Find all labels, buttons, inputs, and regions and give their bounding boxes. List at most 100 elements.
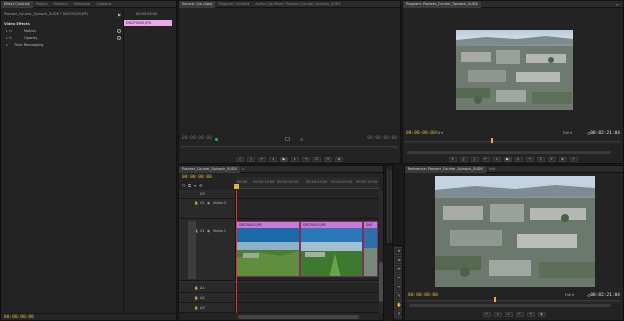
- lock-icon[interactable]: 🔒: [194, 286, 198, 290]
- source-timecode-left[interactable]: 00:00:00:00: [182, 136, 212, 141]
- eye-icon[interactable]: ◉: [207, 201, 210, 205]
- play-button[interactable]: ▶: [503, 157, 512, 162]
- go-to-out-button[interactable]: ⇥: [302, 157, 310, 162]
- effect-row-time-remapping[interactable]: ▸ Time Remapping: [4, 43, 122, 48]
- add-button[interactable]: +: [569, 157, 578, 162]
- program-time-ruler[interactable]: [405, 141, 621, 144]
- go-to-in-button[interactable]: ⇤: [258, 157, 266, 162]
- reference-timecode-left[interactable]: 00:00:00:00: [408, 293, 438, 298]
- eye-icon[interactable]: ◉: [207, 229, 210, 233]
- panel-menu-icon[interactable]: ≡: [616, 2, 619, 7]
- track-id[interactable]: A1: [200, 286, 205, 290]
- zoom-dropdown[interactable]: Fit ▾: [436, 131, 443, 135]
- timeline-clip[interactable]: DSCF9025.JPG: [236, 221, 300, 277]
- tab-info[interactable]: Info: [486, 166, 499, 173]
- effect-row-opacity[interactable]: ▸ fx Opacity: [4, 36, 122, 41]
- track-select-tool-icon[interactable]: ⇉: [394, 256, 402, 264]
- mark-in-button[interactable]: {: [236, 157, 244, 162]
- lock-icon[interactable]: 🔒: [194, 306, 198, 310]
- timeline-ruler[interactable]: 00:00 00:00:15:00 00:00:30:00 00:00:45:0…: [236, 177, 379, 189]
- snap-icon[interactable]: ⊓: [182, 183, 185, 188]
- playhead-marker[interactable]: [494, 297, 496, 302]
- overwrite-button[interactable]: ⊟: [324, 157, 332, 162]
- extract-button[interactable]: ⊻: [547, 157, 556, 162]
- step-forward-button[interactable]: ▸: [291, 157, 299, 162]
- insert-button[interactable]: ⊡: [313, 157, 321, 162]
- export-frame-button[interactable]: ◉: [537, 312, 546, 317]
- add-marker-button[interactable]: ▾: [448, 157, 457, 162]
- timeline-vertical-scrollbar[interactable]: [379, 190, 383, 313]
- zoom-tool-icon[interactable]: ⚲: [394, 310, 402, 318]
- tab-program[interactable]: Program: Pioneer_Courier_Spinach_SUDS: [403, 1, 481, 8]
- effect-controls-timecode[interactable]: 00:00:00:00: [4, 315, 34, 320]
- tab-source[interactable]: Source: (no clips): [179, 1, 216, 8]
- track-id[interactable]: A3: [200, 306, 205, 310]
- track-id[interactable]: V2: [200, 201, 205, 205]
- go-to-in-button[interactable]: ⇤: [481, 157, 490, 162]
- tab-program-untitled[interactable]: Program: Untitled: [215, 1, 252, 8]
- go-to-out-button[interactable]: ⇥: [525, 157, 534, 162]
- step-back-button[interactable]: ◂: [493, 312, 502, 317]
- reference-time-ruler[interactable]: [407, 300, 621, 303]
- go-to-in-button[interactable]: ⇤: [515, 312, 524, 317]
- tab-metadata[interactable]: Metadata: [71, 1, 94, 8]
- export-frame-button[interactable]: ◉: [335, 157, 343, 162]
- track-id[interactable]: V1: [200, 229, 205, 233]
- step-back-button[interactable]: ◂: [269, 157, 277, 162]
- tab-effect-controls[interactable]: Effect Controls: [1, 1, 33, 8]
- timeline-horizontal-scrollbar[interactable]: [236, 314, 379, 320]
- gang-to-source-button[interactable]: ⚯: [482, 312, 491, 317]
- pen-tool-icon[interactable]: ✎: [394, 292, 402, 300]
- mark-out-button[interactable]: }: [470, 157, 479, 162]
- playhead-marker[interactable]: [491, 138, 493, 143]
- lift-button[interactable]: ⊼: [536, 157, 545, 162]
- lock-icon[interactable]: 🔒: [194, 201, 198, 205]
- timeline-clip[interactable]: DSCF9025.JPG: [300, 221, 363, 277]
- hand-tool-icon[interactable]: ✋: [394, 301, 402, 309]
- source-patch-v1[interactable]: [188, 221, 196, 279]
- tab-reference[interactable]: Reference: Pioneer_Courier_Spinach_SUDS: [405, 166, 486, 173]
- reset-icon[interactable]: [117, 36, 121, 40]
- linked-selection-icon[interactable]: ⧉: [188, 183, 191, 188]
- selection-tool-icon[interactable]: ➤: [394, 247, 402, 255]
- clip-bar[interactable]: DSCF9025.JPG: [124, 20, 172, 26]
- wrench-icon[interactable]: ⚙: [199, 183, 203, 188]
- scroll-thumb[interactable]: [379, 262, 383, 302]
- tab-markers[interactable]: Markers: [51, 1, 71, 8]
- export-frame-button[interactable]: ◉: [558, 157, 567, 162]
- effect-row-motion[interactable]: ▸ fx Motion: [4, 29, 122, 34]
- step-forward-button[interactable]: ▸: [514, 157, 523, 162]
- tab-sequence[interactable]: Pioneer_Courier_Spinach_SUDS: [179, 166, 240, 173]
- play-clip-icon[interactable]: ▶: [118, 12, 121, 17]
- playhead-line[interactable]: [236, 190, 237, 313]
- play-button[interactable]: ▶: [280, 157, 288, 162]
- add-marker-icon[interactable]: ▾: [194, 183, 196, 188]
- playhead-handle[interactable]: [234, 184, 239, 189]
- safe-margins-icon[interactable]: [285, 137, 290, 141]
- mark-out-button[interactable]: }: [247, 157, 255, 162]
- close-icon[interactable]: ×: [242, 167, 245, 171]
- razor-tool-icon[interactable]: ✂: [394, 274, 402, 282]
- program-scrollbar[interactable]: [407, 151, 611, 154]
- tab-captions[interactable]: Captions: [93, 1, 114, 8]
- reset-icon[interactable]: [117, 29, 121, 33]
- lock-icon[interactable]: 🔒: [194, 296, 198, 300]
- program-timecode-left[interactable]: 00:00:00:00: [406, 131, 436, 136]
- timeline-clip[interactable]: DSC: [363, 221, 378, 277]
- step-forward-button[interactable]: ▸: [504, 312, 513, 317]
- quality-dropdown[interactable]: Full ▾: [563, 131, 572, 135]
- reference-scrollbar[interactable]: [409, 304, 611, 307]
- mark-in-button[interactable]: {: [459, 157, 468, 162]
- ripple-edit-tool-icon[interactable]: ⇹: [394, 265, 402, 273]
- quality-dropdown[interactable]: Full ▾: [565, 293, 574, 297]
- scroll-thumb[interactable]: [238, 315, 359, 319]
- track-id[interactable]: A2: [200, 296, 205, 300]
- settings-wrench-icon[interactable]: ⚙: [300, 137, 304, 142]
- slip-tool-icon[interactable]: ↔: [394, 283, 402, 291]
- timeline-timecode[interactable]: 00:00:00:00: [182, 175, 212, 180]
- go-to-out-button[interactable]: ⇥: [526, 312, 535, 317]
- tab-project[interactable]: Project: [33, 1, 51, 8]
- source-time-ruler[interactable]: [181, 146, 398, 149]
- track-id[interactable]: V3: [200, 192, 205, 196]
- step-back-button[interactable]: ◂: [492, 157, 501, 162]
